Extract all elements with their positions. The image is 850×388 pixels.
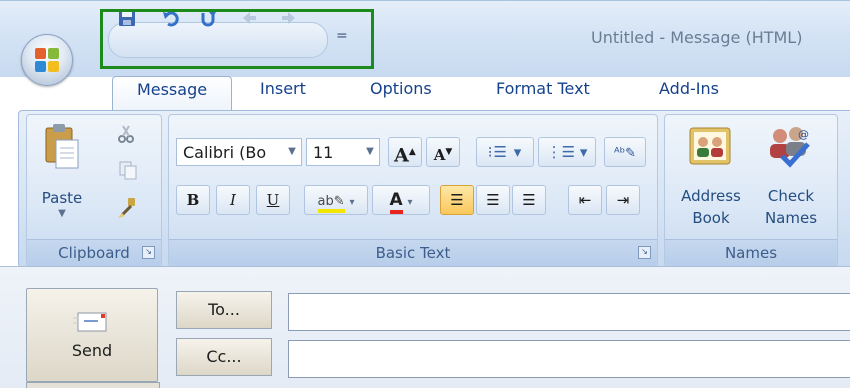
send-envelope-icon bbox=[72, 309, 112, 333]
numbering-icon: ⋮☰ ▾ bbox=[546, 143, 588, 161]
grow-font-label: A bbox=[394, 144, 409, 167]
send-options-strip bbox=[26, 382, 160, 388]
basic-text-dialog-launcher[interactable]: ↘ bbox=[638, 246, 651, 259]
clipboard-group-label: Clipboard bbox=[27, 239, 161, 266]
italic-button[interactable]: I bbox=[216, 185, 250, 215]
quick-access-highlight-frame bbox=[100, 9, 374, 69]
highlight-button[interactable]: ab✎ ▾ bbox=[304, 185, 368, 215]
check-names-label-line1[interactable]: Check bbox=[752, 186, 830, 206]
decrease-indent-button[interactable]: ⇤ bbox=[568, 185, 602, 215]
align-right-icon: ☰ bbox=[522, 191, 536, 209]
check-names-label-line2[interactable]: Names bbox=[752, 208, 830, 228]
address-book-label-line1[interactable]: Address bbox=[672, 186, 750, 206]
send-button-label: Send bbox=[71, 341, 113, 360]
paste-dropdown-arrow[interactable]: ▼ bbox=[40, 204, 84, 224]
underline-button[interactable]: U bbox=[256, 185, 290, 215]
cut-icon[interactable] bbox=[116, 124, 136, 144]
numbering-button[interactable]: ⋮☰ ▾ bbox=[538, 137, 596, 167]
align-left-button[interactable]: ☰ bbox=[440, 185, 474, 215]
align-right-button[interactable]: ☰ bbox=[512, 185, 546, 215]
outlook-message-window: = Untitled - Message (HTML) Message Inse… bbox=[0, 0, 850, 388]
copy-icon[interactable] bbox=[118, 160, 138, 180]
bullets-icon: ⁝☰ ▾ bbox=[487, 143, 523, 161]
svg-text:@: @ bbox=[798, 128, 809, 141]
tab-format-text[interactable]: Format Text bbox=[496, 76, 590, 110]
font-name-value: Calibri (Bo bbox=[183, 143, 267, 162]
office-logo-icon bbox=[35, 48, 59, 72]
font-size-dropdown-arrow[interactable]: ▼ bbox=[361, 139, 379, 165]
align-center-icon: ☰ bbox=[486, 191, 500, 209]
paste-icon[interactable] bbox=[42, 122, 82, 172]
tab-add-ins[interactable]: Add-Ins bbox=[659, 76, 719, 110]
cc-button[interactable]: Cc... bbox=[176, 338, 272, 376]
decrease-indent-icon: ⇤ bbox=[578, 191, 592, 209]
clipboard-dialog-launcher[interactable]: ↘ bbox=[142, 246, 155, 259]
cc-field[interactable] bbox=[288, 340, 850, 378]
to-field[interactable] bbox=[288, 293, 850, 331]
basic-text-group-label: Basic Text bbox=[169, 239, 657, 266]
highlight-icon: ab✎ bbox=[317, 194, 345, 213]
font-color-icon: A bbox=[389, 190, 403, 214]
names-group-label: Names bbox=[665, 239, 837, 266]
shrink-font-button[interactable]: A▼ bbox=[426, 137, 460, 167]
format-painter-icon[interactable] bbox=[116, 196, 138, 220]
tab-options[interactable]: Options bbox=[370, 76, 432, 110]
align-center-button[interactable]: ☰ bbox=[476, 185, 510, 215]
address-book-label-line2[interactable]: Book bbox=[672, 208, 750, 228]
font-color-button[interactable]: A ▾ bbox=[372, 185, 430, 215]
clear-formatting-icon: ᴬᵇ✎ bbox=[613, 146, 637, 161]
grow-font-button[interactable]: A▲ bbox=[388, 137, 422, 167]
tab-insert[interactable]: Insert bbox=[260, 76, 306, 110]
tab-message[interactable]: Message bbox=[112, 76, 232, 111]
align-left-icon: ☰ bbox=[450, 191, 464, 209]
font-size-combo[interactable]: 11 ▼ bbox=[306, 138, 380, 166]
bold-button[interactable]: B bbox=[176, 185, 210, 215]
increase-indent-icon: ⇥ bbox=[616, 191, 630, 209]
to-button[interactable]: To... bbox=[176, 291, 272, 329]
font-size-value: 11 bbox=[313, 143, 334, 162]
bullets-button[interactable]: ⁝☰ ▾ bbox=[476, 137, 534, 167]
shrink-font-label: A bbox=[433, 146, 446, 164]
office-button[interactable] bbox=[21, 34, 73, 86]
check-names-icon[interactable]: @ bbox=[764, 122, 814, 172]
font-name-dropdown-arrow[interactable]: ▼ bbox=[283, 139, 301, 165]
increase-indent-button[interactable]: ⇥ bbox=[606, 185, 640, 215]
address-book-icon[interactable] bbox=[688, 124, 732, 170]
window-title: Untitled - Message (HTML) bbox=[591, 28, 803, 47]
font-name-combo[interactable]: Calibri (Bo ▼ bbox=[176, 138, 302, 166]
clear-formatting-button[interactable]: ᴬᵇ✎ bbox=[604, 137, 646, 167]
send-button[interactable]: Send bbox=[26, 288, 158, 382]
